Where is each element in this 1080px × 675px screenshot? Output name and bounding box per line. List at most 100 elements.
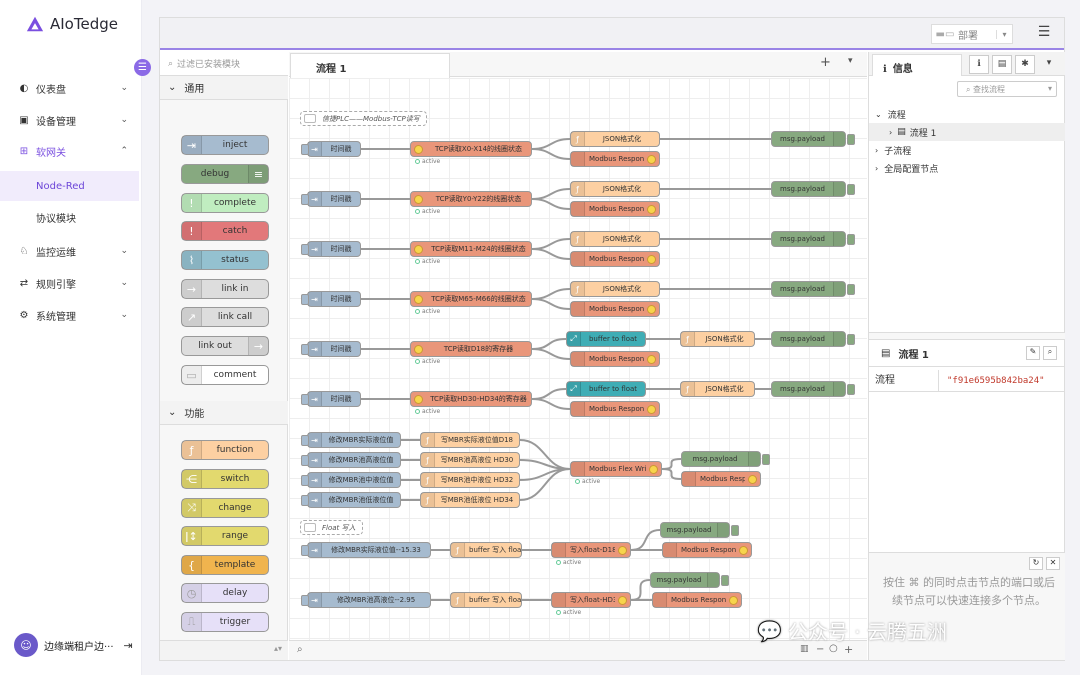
modbus-flex-write-node[interactable]: Modbus Flex Write active <box>570 461 662 485</box>
palette-node-delay[interactable]: ◷ delay <box>181 583 269 603</box>
function-node[interactable]: ƒ 写MBR池低液位 HD34 <box>420 492 520 508</box>
buffer-write-node[interactable]: ƒ buffer 写入 float <box>450 542 522 558</box>
inject-trigger-button[interactable] <box>301 144 309 155</box>
inject-node[interactable]: ⇥ 时间戳 <box>301 191 361 207</box>
modbus-read-node[interactable]: TCP读取M65-M66的线圈状态 active <box>410 291 532 315</box>
inject-node[interactable]: ⇥ 时间戳 <box>301 291 361 307</box>
tree-item-subflows[interactable]: › 子流程 <box>869 141 1065 159</box>
debug-toggle-button[interactable] <box>847 284 855 295</box>
info-tab-icon[interactable]: ℹ <box>969 55 989 74</box>
palette-node-trigger[interactable]: ⎍ trigger <box>181 612 269 632</box>
debug-node[interactable]: msg.payload <box>771 181 855 197</box>
sidebar-subitem-node-red[interactable]: Node-Red <box>0 171 139 201</box>
add-tab-icon[interactable]: + <box>820 55 831 70</box>
json-function-node[interactable]: ƒ JSON格式化 <box>680 331 755 347</box>
search-icon[interactable]: ⌕ <box>297 644 303 655</box>
palette-node-complete[interactable]: ! complete <box>181 193 269 213</box>
modbus-response-node[interactable]: Modbus Response <box>570 401 660 417</box>
wire[interactable] <box>531 148 571 160</box>
wire[interactable] <box>531 298 571 310</box>
wire[interactable] <box>531 248 571 260</box>
wire[interactable] <box>531 398 571 410</box>
tab-info[interactable]: ℹ 信息 <box>872 54 962 76</box>
modbus-read-node[interactable]: TCP读取X0-X14的线圈状态 active <box>410 141 532 165</box>
palette-category-common[interactable]: ⌄ 通用 <box>160 76 288 100</box>
inject-node[interactable]: ⇥ 修改MBR池低液位值 <box>301 492 401 508</box>
sidebar-collapse-icon[interactable]: ☰ <box>134 59 151 76</box>
close-icon[interactable]: ✕ <box>1046 557 1060 570</box>
edit-icon[interactable]: ✎ <box>1026 346 1040 360</box>
logout-icon[interactable]: ⇥ <box>124 639 133 652</box>
debug-node[interactable]: msg.payload <box>771 381 855 397</box>
inject-node[interactable]: ⇥ 修改MBR池中液位值 <box>301 472 401 488</box>
inject-trigger-button[interactable] <box>301 194 309 205</box>
modbus-response-node[interactable]: Modbus Response <box>662 542 752 558</box>
zoom-out-icon[interactable]: − <box>816 644 824 655</box>
debug-toggle-button[interactable] <box>847 384 855 395</box>
comment-node[interactable]: 信捷PLC——Modbus-TCP读写 <box>300 111 427 126</box>
inject-node[interactable]: ⇥ 修改MBR池高液位--2.95 <box>301 592 431 608</box>
wire[interactable] <box>531 288 571 300</box>
sidebar-item-dashboard[interactable]: ◐ 仪表盘 ⌄ <box>0 73 142 103</box>
debug-node[interactable]: msg.payload <box>681 451 770 467</box>
modbus-read-node[interactable]: TCP读取Y0-Y22的线圈状态 active <box>410 191 532 215</box>
debug-bug-icon[interactable]: ✱ <box>1015 55 1035 74</box>
inject-trigger-button[interactable] <box>301 344 309 355</box>
debug-toggle-button[interactable] <box>721 575 729 586</box>
palette-node-inject[interactable]: ⇥ inject <box>181 135 269 155</box>
debug-toggle-button[interactable] <box>762 454 770 465</box>
wire[interactable] <box>531 188 571 200</box>
inject-trigger-button[interactable] <box>301 545 309 556</box>
wire[interactable] <box>531 388 567 400</box>
wire[interactable] <box>519 459 571 470</box>
user-profile[interactable]: ☺ 边缘端租户边··· ⇥ <box>14 633 138 657</box>
wire[interactable] <box>630 579 651 601</box>
modbus-read-node[interactable]: TCP读取HD30-HD34的寄存器 active <box>410 391 532 415</box>
function-node[interactable]: ƒ 写MBR池高液位 HD30 <box>420 452 520 468</box>
inject-trigger-button[interactable] <box>301 294 309 305</box>
debug-node[interactable]: msg.payload <box>660 522 739 538</box>
debug-node[interactable]: msg.payload <box>771 231 855 247</box>
json-function-node[interactable]: ƒ JSON格式化 <box>680 381 755 397</box>
json-function-node[interactable]: ƒ JSON格式化 <box>570 281 660 297</box>
wire[interactable] <box>531 198 571 210</box>
modbus-response-node[interactable]: Modbus Response <box>681 471 761 487</box>
deploy-button[interactable]: ▬▭ 部署 ▾ <box>931 24 1013 44</box>
tree-item-global-config[interactable]: › 全局配置节点 <box>869 159 1065 177</box>
modbus-response-node[interactable]: Modbus Response <box>570 301 660 317</box>
comment-node[interactable]: Float 写入 <box>300 520 363 535</box>
sidebar-item-system[interactable]: ⚙ 系统管理 ⌄ <box>0 300 142 330</box>
palette-scroll-arrows-icon[interactable]: ▴▾ <box>274 644 282 653</box>
palette-node-change[interactable]: ⤨ change <box>181 498 269 518</box>
inject-node[interactable]: ⇥ 时间戳 <box>301 141 361 157</box>
wire[interactable] <box>531 338 567 350</box>
modbus-read-node[interactable]: TCP读取M11-M24的线圈状态 active <box>410 241 532 265</box>
wire[interactable] <box>661 458 682 470</box>
sidebar-item-devices[interactable]: ▣ 设备管理 ⌄ <box>0 105 142 135</box>
inject-node[interactable]: ⇥ 修改MBR实际液位值--15.33 <box>301 542 431 558</box>
palette-node-catch[interactable]: ! catch <box>181 221 269 241</box>
debug-toggle-button[interactable] <box>731 525 739 536</box>
flow-search-input[interactable]: ⌕ 查找流程 ▾ <box>957 81 1057 97</box>
buffer-parser-node[interactable]: ⤢ buffer to float <box>566 381 646 397</box>
modbus-response-node[interactable]: Modbus Response <box>570 251 660 267</box>
inject-trigger-button[interactable] <box>301 475 309 486</box>
inject-trigger-button[interactable] <box>301 595 309 606</box>
modbus-response-node[interactable]: Modbus Response <box>570 151 660 167</box>
search-icon[interactable]: ⌕ <box>1043 346 1057 360</box>
inject-trigger-button[interactable] <box>301 455 309 466</box>
debug-toggle-button[interactable] <box>847 334 855 345</box>
tab-menu-icon[interactable]: ▾ <box>848 56 853 66</box>
wire[interactable] <box>531 348 571 360</box>
modbus-write-node[interactable]: 写入float-HD30 active <box>551 592 631 616</box>
palette-node-function[interactable]: ƒ function <box>181 440 269 460</box>
app-logo[interactable]: AIoTedge <box>26 15 118 33</box>
flow-canvas[interactable]: 信捷PLC——Modbus-TCP读写 ⇥ 时间戳 TCP读取X0-X14的线圈状态 a… <box>289 78 867 640</box>
inject-node[interactable]: ⇥ 时间戳 <box>301 391 361 407</box>
palette-node-link-out[interactable]: → link out <box>181 336 269 356</box>
modbus-write-node[interactable]: 写入float-D18 active <box>551 542 631 566</box>
sidebar-item-gateway[interactable]: ⊞ 软网关 ⌃ <box>0 136 142 166</box>
function-node[interactable]: ƒ 写MBR实际液位值D18 <box>420 432 520 448</box>
inject-node[interactable]: ⇥ 时间戳 <box>301 241 361 257</box>
help-book-icon[interactable]: ▤ <box>992 55 1012 74</box>
